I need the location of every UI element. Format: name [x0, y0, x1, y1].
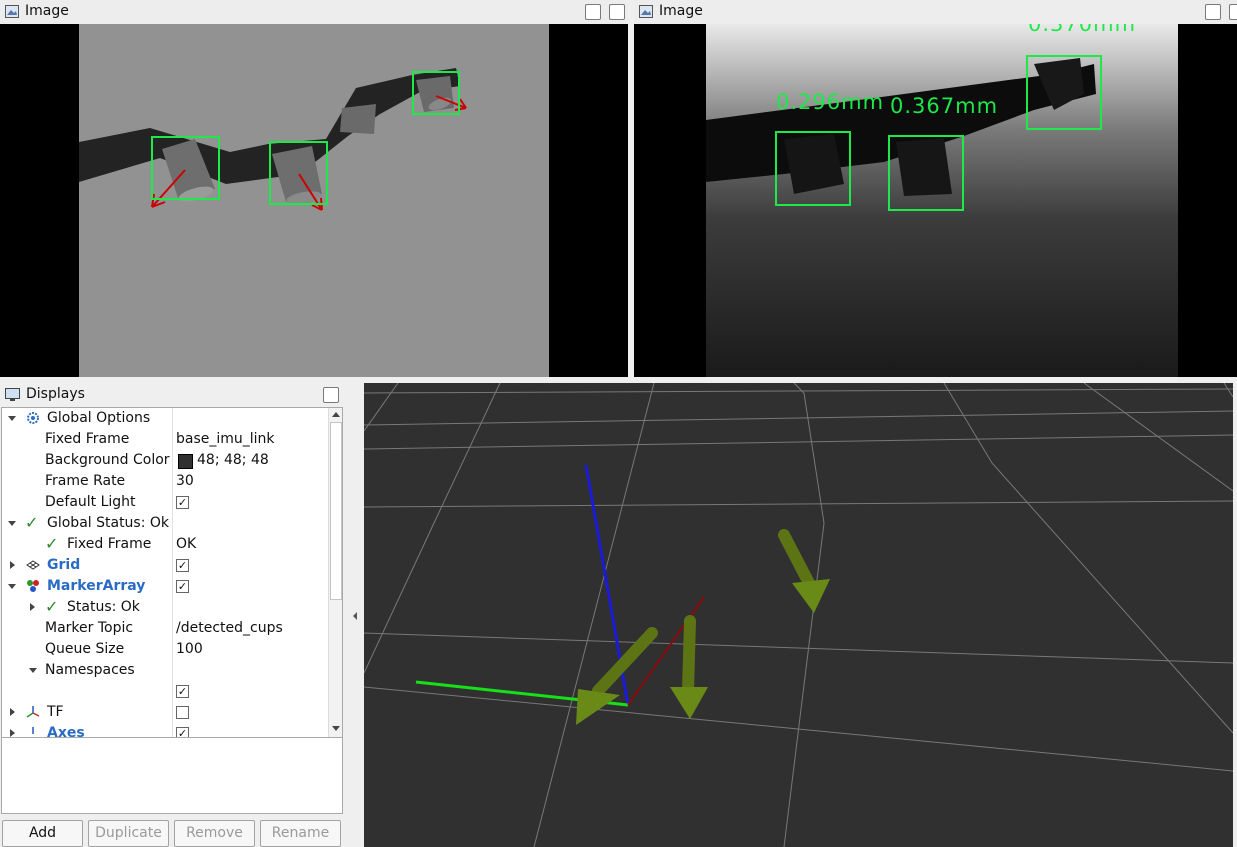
image-panel-right-titlebar[interactable]: Image [634, 0, 1237, 25]
collapse-arrow-icon[interactable] [10, 729, 15, 737]
displays-float-button[interactable] [323, 387, 339, 403]
collapse-arrow-icon[interactable] [10, 708, 15, 716]
expand-arrow-icon[interactable] [8, 521, 16, 526]
cup-3 [340, 104, 376, 134]
collapse-arrow-icon[interactable] [30, 603, 35, 611]
tree-row-frame-rate[interactable]: Frame Rate 30 [2, 471, 328, 492]
displays-panel: Displays Global Options Fixed Frame base… [0, 383, 344, 847]
grid-checkbox[interactable]: ✓ [176, 559, 189, 572]
gear-icon [27, 412, 39, 424]
add-button[interactable]: Add [2, 820, 83, 847]
image-panel-left-titlebar[interactable]: Image [0, 0, 628, 25]
measurement-label-3: 0.370mm [1028, 24, 1137, 36]
default-light-checkbox[interactable]: ✓ [176, 496, 189, 509]
rename-button[interactable]: Rename [260, 820, 341, 847]
tree-row-queue-size[interactable]: Queue Size 100 [2, 639, 328, 660]
tree-scrollbar[interactable] [328, 408, 342, 737]
tree-row-namespaces[interactable]: Namespaces [2, 660, 328, 681]
tf-checkbox[interactable] [176, 706, 189, 719]
tree-row-global-status[interactable]: ✓ Global Status: Ok [2, 513, 328, 534]
image-panel-title: Image [25, 3, 69, 19]
marker-arrow-1 [778, 529, 830, 613]
tree-row-global-options[interactable]: Global Options [2, 408, 328, 429]
color-swatch[interactable] [178, 454, 193, 469]
grid-lines [364, 383, 1233, 847]
namespaces-label: Namespaces [45, 662, 135, 678]
check-icon: ✓ [25, 513, 39, 532]
image-window-icon [639, 5, 653, 18]
grid-label: Grid [47, 557, 81, 573]
marker-array-icon [27, 580, 39, 592]
global-options-label: Global Options [47, 410, 151, 426]
tree-row-axes[interactable]: Axes ✓ [2, 723, 328, 737]
background-color-label: Background Color [45, 452, 170, 468]
fixed-frame-status-value: OK [176, 536, 197, 552]
status-ok-label: Status: Ok [67, 599, 140, 615]
close-button[interactable] [1229, 4, 1237, 20]
default-light-label: Default Light [45, 494, 136, 510]
expand-arrow-icon[interactable] [8, 416, 16, 421]
collapse-left-arrow-icon[interactable] [353, 612, 357, 620]
monitor-icon [5, 388, 20, 401]
measurement-label-1: 0.296mm [776, 90, 885, 114]
marker-topic-label: Marker Topic [45, 620, 134, 636]
tree-row-fixed-frame-status[interactable]: ✓ Fixed Frame OK [2, 534, 328, 555]
tree-row-marker-array[interactable]: MarkerArray ✓ [2, 576, 328, 597]
queue-size-label: Queue Size [45, 641, 125, 657]
displays-tree[interactable]: Global Options Fixed Frame base_imu_link… [1, 407, 343, 738]
duplicate-button[interactable]: Duplicate [88, 820, 169, 847]
close-button[interactable] [609, 4, 625, 20]
float-button[interactable] [1205, 4, 1221, 20]
expand-arrow-icon[interactable] [8, 584, 16, 589]
expand-arrow-icon[interactable] [29, 668, 37, 673]
grid-icon [26, 560, 40, 570]
namespace-checkbox[interactable]: ✓ [176, 685, 189, 698]
tree-row-status-ok[interactable]: ✓ Status: Ok [2, 597, 328, 618]
background-color-value[interactable]: 48; 48; 48 [197, 452, 269, 468]
displays-title: Displays [26, 386, 85, 402]
global-status-label: Global Status: Ok [47, 515, 170, 531]
collapse-arrow-icon[interactable] [10, 561, 15, 569]
panel-splitter[interactable] [344, 383, 364, 847]
check-icon: ✓ [45, 534, 59, 553]
render-3d-viewport[interactable] [364, 383, 1233, 847]
fixed-frame-status-label: Fixed Frame [67, 536, 152, 552]
tree-row-background-color[interactable]: Background Color 48; 48; 48 [2, 450, 328, 471]
image-window-icon [5, 5, 19, 18]
scroll-down-arrow-icon[interactable] [332, 726, 340, 731]
check-icon: ✓ [45, 597, 59, 616]
measurement-label-2: 0.367mm [890, 94, 999, 118]
marker-array-label: MarkerArray [47, 578, 146, 594]
tf-axes-icon [26, 706, 40, 718]
scrollbar-thumb[interactable] [330, 422, 342, 600]
marker-array-checkbox[interactable]: ✓ [176, 580, 189, 593]
remove-button[interactable]: Remove [174, 820, 255, 847]
frame-rate-value[interactable]: 30 [176, 473, 194, 489]
float-button[interactable] [585, 4, 601, 20]
image-panel-left: Image [0, 0, 628, 377]
marker-topic-value[interactable]: /detected_cups [176, 620, 283, 636]
tree-row-tf[interactable]: TF [2, 702, 328, 723]
tree-row-fixed-frame[interactable]: Fixed Frame base_imu_link [2, 429, 328, 450]
tree-row-marker-topic[interactable]: Marker Topic /detected_cups [2, 618, 328, 639]
image-panel-right: Image 0.296mm 0.367mm 0.370mm [634, 0, 1237, 377]
scroll-up-arrow-icon[interactable] [332, 412, 340, 417]
fixed-frame-value[interactable]: base_imu_link [176, 431, 275, 447]
tree-row-default-light[interactable]: Default Light ✓ [2, 492, 328, 513]
tree-row-namespace-item[interactable]: ✓ [2, 681, 328, 702]
camera-image-depth: 0.296mm 0.367mm 0.370mm [634, 24, 1237, 377]
frame-rate-label: Frame Rate [45, 473, 126, 489]
queue-size-value[interactable]: 100 [176, 641, 203, 657]
camera-image-rgb [0, 24, 628, 377]
fixed-frame-label: Fixed Frame [45, 431, 130, 447]
tree-row-grid[interactable]: Grid ✓ [2, 555, 328, 576]
image-panel-title: Image [659, 3, 703, 19]
tf-label: TF [47, 704, 64, 720]
description-area [1, 737, 343, 814]
